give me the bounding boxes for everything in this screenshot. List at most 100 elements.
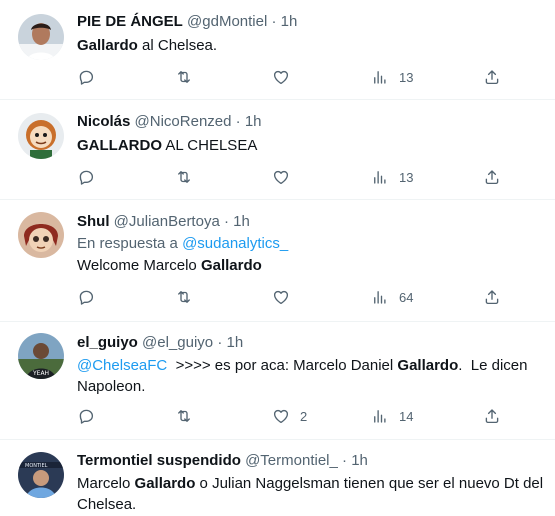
views-icon [371,407,389,425]
retweet-button[interactable] [175,288,193,306]
author-name[interactable]: Shul [77,213,110,230]
separator-dot: · [235,113,241,130]
text-rest: o Julian Naggelsman tienen que ser el nu… [195,475,544,492]
author-name[interactable]: Nicolás [77,113,130,130]
reply-prefix: En respuesta a [77,235,183,252]
share-button[interactable] [483,407,501,425]
retweet-button[interactable] [175,168,193,186]
views-count: 64 [399,289,414,305]
reply-context: En respuesta a @sudanalytics_ [77,233,549,254]
avatar-image [18,113,64,159]
share-button[interactable] [483,168,501,186]
views-icon [371,68,389,86]
like-button[interactable] [272,168,300,186]
mention-link[interactable]: @ChelseaFC [77,357,167,374]
author-name[interactable]: Termontiel suspendido [77,452,241,469]
text-rest: AL CHELSEA [162,137,258,154]
author-name[interactable]: el_guiyo [77,334,138,351]
views-button[interactable]: 13 [371,168,413,186]
avatar-image [18,14,64,60]
like-icon [272,168,290,186]
views-button[interactable]: 14 [371,407,413,425]
tweet-1[interactable]: PIE DE ÁNGEL @gdMontiel · 1h Gallardo al… [0,0,555,100]
reply-button[interactable] [77,288,95,306]
share-button[interactable] [483,288,501,306]
author-name[interactable]: PIE DE ÁNGEL [77,13,183,30]
avatar-banner-text: MONTIEL [25,463,48,469]
timestamp[interactable]: 1h [281,13,298,30]
author-handle[interactable]: @Termontiel_ [245,452,338,469]
reply-icon [77,68,95,86]
like-icon [272,68,290,86]
bold-word: GALLARDO [77,137,162,154]
share-button[interactable] [483,68,501,86]
timeline-feed: PIE DE ÁNGEL @gdMontiel · 1h Gallardo al… [0,0,555,516]
avatar[interactable] [18,113,64,159]
tweet-2[interactable]: Nicolás @NicoRenzed · 1h GALLARDO AL CHE… [0,100,555,200]
tweet-text-line2: Chelsea. [77,496,137,513]
reply-button[interactable] [77,168,95,186]
share-icon [483,168,501,186]
text-rest: . Le dicen [458,357,528,374]
author-handle[interactable]: @el_guiyo [142,334,213,351]
avatar[interactable]: YEAH [18,333,64,379]
tweet-text: @ChelseaFC >>>> es por aca: Marcelo Dani… [77,355,549,376]
tweet-text: Marcelo Gallardo o Julian Naggelsman tie… [77,473,549,494]
reply-to-link[interactable]: @sudanalytics_ [182,235,288,252]
reply-button[interactable] [77,68,95,86]
retweet-button[interactable] [175,407,193,425]
avatar[interactable] [18,212,64,258]
separator-dot: · [271,13,277,30]
tweet-text: Welcome Marcelo Gallardo [77,255,549,276]
retweet-button[interactable] [175,68,193,86]
share-icon [483,407,501,425]
action-bar: 64 [77,288,507,308]
like-icon [272,288,290,306]
views-count: 13 [399,169,414,185]
reply-icon [77,407,95,425]
tweet-3[interactable]: Shul @JulianBertoya · 1h En respuesta a … [0,200,555,322]
like-button[interactable] [272,68,300,86]
views-icon [371,168,389,186]
reply-button[interactable] [77,407,95,425]
avatar[interactable]: MONTIEL [18,452,64,498]
author-handle[interactable]: @NicoRenzed [135,113,232,130]
reply-icon [77,288,95,306]
tweet-text: Gallardo al Chelsea. [77,35,549,56]
tweet-5[interactable]: MONTIEL Termontiel suspendido @Termontie… [0,440,555,516]
views-count: 14 [399,408,414,424]
retweet-icon [175,68,193,86]
text-rest: al Chelsea. [137,37,218,54]
like-button[interactable]: 2 [272,407,307,425]
text-pre: Marcelo [77,475,135,492]
tweet-text: GALLARDO AL CHELSEA [77,135,549,156]
author-handle[interactable]: @JulianBertoya [114,213,220,230]
tweet-text-line2: Napoleon. [77,378,146,395]
timestamp[interactable]: 1h [226,334,243,351]
bold-word: Gallardo [200,257,262,274]
avatar-shirt-text: YEAH [32,370,49,377]
timestamp[interactable]: 1h [245,113,262,130]
reply-icon [77,168,95,186]
timestamp[interactable]: 1h [351,452,368,469]
retweet-icon [175,168,193,186]
avatar-image [18,212,64,258]
share-icon [483,288,501,306]
like-button[interactable] [272,288,300,306]
tweet-4[interactable]: YEAH el_guiyo @el_guiyo · 1h @ChelseaFC … [0,322,555,440]
action-bar: 2 14 [77,407,507,427]
bold-word: Gallardo [77,37,138,54]
like-count: 2 [300,408,308,424]
separator-dot: · [223,213,229,230]
timestamp[interactable]: 1h [233,213,250,230]
views-button[interactable]: 13 [371,68,413,86]
author-handle[interactable]: @gdMontiel [187,13,267,30]
avatar[interactable] [18,14,64,60]
views-button[interactable]: 64 [371,288,413,306]
separator-dot: · [342,452,348,469]
like-icon [272,407,290,425]
retweet-icon [175,288,193,306]
share-icon [483,68,501,86]
text-pre: >>>> es por aca: Marcelo Daniel [167,357,398,374]
views-count: 13 [399,69,414,85]
